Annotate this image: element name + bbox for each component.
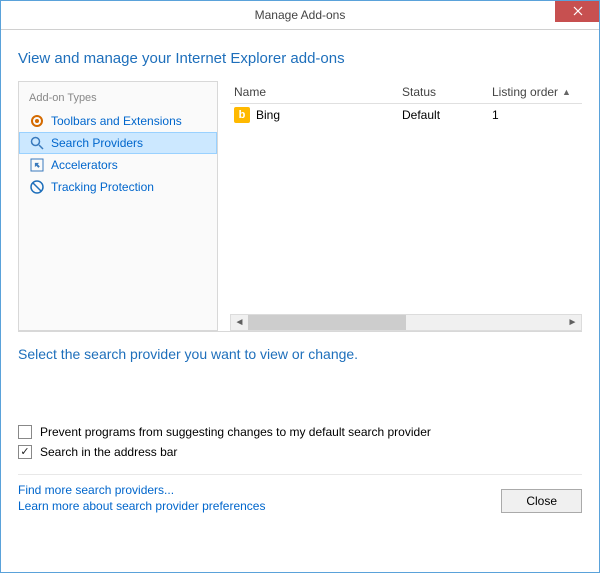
footer-links: Find more search providers... Learn more… [18, 483, 265, 513]
find-more-link[interactable]: Find more search providers... [18, 483, 265, 497]
sidebar-item-label: Search Providers [51, 136, 143, 150]
sidebar-item-label: Toolbars and Extensions [51, 114, 182, 128]
options-panel: Prevent programs from suggesting changes… [0, 372, 600, 470]
sidebar-item-toolbars-extensions[interactable]: Toolbars and Extensions [19, 110, 217, 132]
prevent-changes-checkbox[interactable] [18, 425, 32, 439]
row-status-text: Default [402, 108, 492, 122]
scroll-left-arrow[interactable]: ◄ [231, 315, 248, 330]
window-close-button[interactable] [555, 0, 600, 22]
list-row[interactable]: b Bing Default 1 [230, 104, 582, 126]
horizontal-scrollbar[interactable]: ◄ ► [230, 314, 582, 331]
footer: Find more search providers... Learn more… [18, 474, 582, 525]
checkbox-row-search-addressbar: Search in the address bar [18, 442, 582, 462]
sidebar: Add-on Types Toolbars and Extensions Sea… [18, 81, 218, 331]
sidebar-item-label: Tracking Protection [51, 180, 154, 194]
search-addressbar-checkbox[interactable] [18, 445, 32, 459]
search-addressbar-label: Search in the address bar [40, 445, 177, 459]
checkbox-row-prevent-changes: Prevent programs from suggesting changes… [18, 422, 582, 442]
block-icon [29, 179, 45, 195]
search-icon [29, 135, 45, 151]
scroll-right-arrow[interactable]: ► [564, 315, 581, 330]
prevent-changes-label: Prevent programs from suggesting changes… [40, 425, 431, 439]
arrow-icon [29, 157, 45, 173]
sidebar-item-accelerators[interactable]: Accelerators [19, 154, 217, 176]
row-name-text: Bing [256, 108, 280, 122]
learn-more-link[interactable]: Learn more about search provider prefere… [18, 499, 265, 513]
close-button[interactable]: Close [501, 489, 582, 513]
content-area: Add-on Types Toolbars and Extensions Sea… [0, 81, 600, 331]
column-header-order[interactable]: Listing order ▲ [492, 85, 582, 99]
window-title: Manage Add-ons [255, 8, 346, 22]
column-header-name[interactable]: Name [230, 85, 402, 99]
sidebar-item-label: Accelerators [51, 158, 118, 172]
bing-icon: b [234, 107, 250, 123]
sidebar-item-search-providers[interactable]: Search Providers [19, 132, 217, 154]
list-header: Name Status Listing order ▲ [230, 81, 582, 104]
info-text: Select the search provider you want to v… [18, 346, 582, 362]
header-title: View and manage your Internet Explorer a… [18, 50, 582, 67]
list-body: b Bing Default 1 [230, 104, 582, 314]
column-header-status[interactable]: Status [402, 85, 492, 99]
header: View and manage your Internet Explorer a… [0, 30, 600, 81]
sidebar-heading: Add-on Types [19, 90, 217, 110]
sidebar-item-tracking-protection[interactable]: Tracking Protection [19, 176, 217, 198]
row-order-text: 1 [492, 108, 582, 122]
providers-list: Name Status Listing order ▲ b Bing Defau… [230, 81, 582, 331]
scroll-thumb[interactable] [248, 315, 406, 330]
sort-ascending-icon: ▲ [562, 87, 571, 97]
titlebar: Manage Add-ons [0, 0, 600, 30]
info-panel: Select the search provider you want to v… [0, 332, 600, 372]
close-icon [573, 6, 583, 16]
gear-icon [29, 113, 45, 129]
